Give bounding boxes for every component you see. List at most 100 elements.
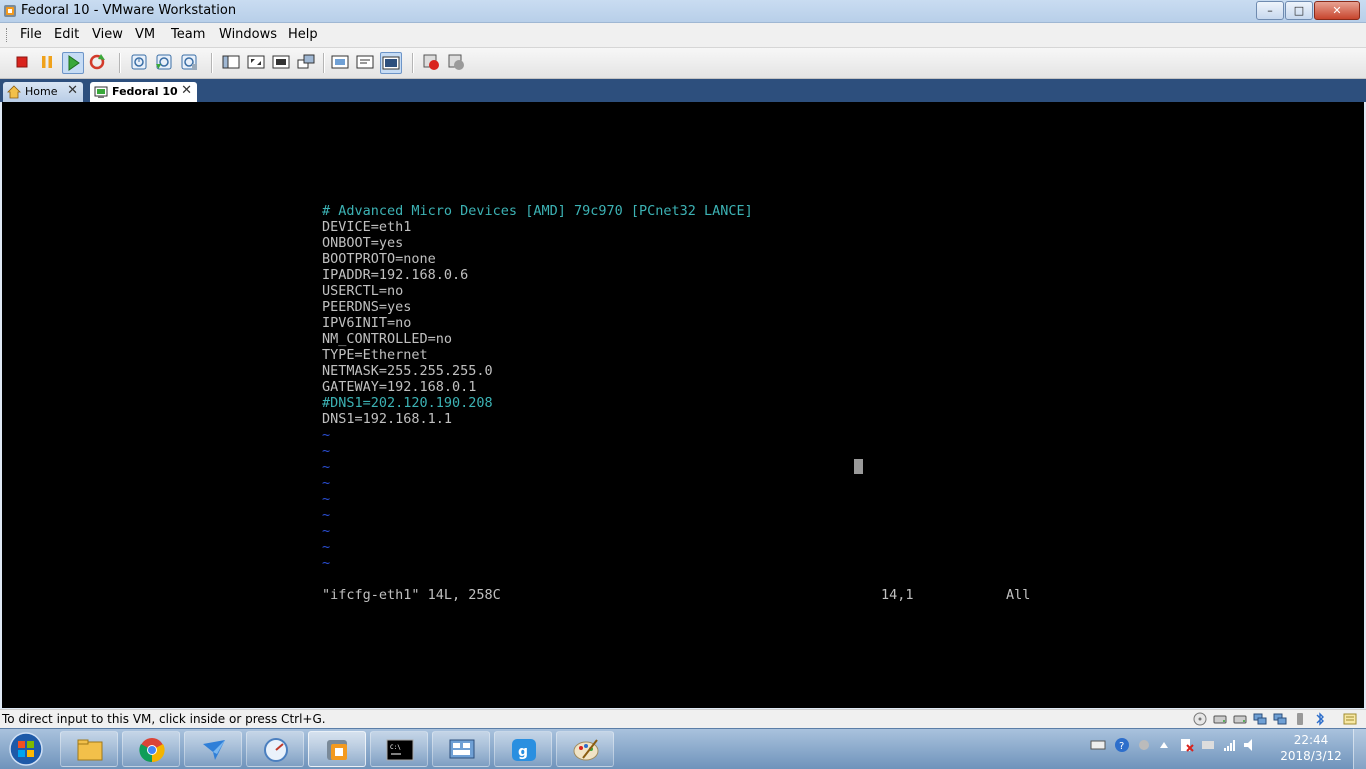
home-icon: [7, 85, 21, 99]
reset-icon[interactable]: [87, 52, 107, 72]
power-off-icon[interactable]: [12, 52, 32, 72]
show-desktop-button[interactable]: [1353, 729, 1366, 769]
tab-home[interactable]: Home ✕: [3, 82, 83, 102]
unity-icon[interactable]: [296, 52, 316, 72]
start-button-icon[interactable]: [6, 731, 46, 767]
minimize-button[interactable]: –: [1256, 1, 1284, 20]
keyboard-icon[interactable]: [1090, 737, 1106, 753]
device-icons: [1192, 711, 1358, 727]
revert-snapshot-icon[interactable]: [154, 52, 174, 72]
appliance-view-icon[interactable]: [355, 52, 375, 72]
menu-help[interactable]: Help: [288, 27, 318, 42]
pause-icon[interactable]: [37, 52, 57, 72]
vim-status-scroll: All: [1006, 587, 1031, 603]
clock-time: 22:44: [1293, 733, 1329, 747]
vim-empty-line-tilde: ~: [322, 443, 331, 459]
terminal-line: NETMASK=255.255.255.0: [322, 363, 493, 379]
cd-drive-icon[interactable]: [1192, 711, 1208, 727]
vim-empty-line-tilde: ~: [322, 555, 331, 571]
toolbar-separator: [119, 53, 121, 73]
window-title: Fedoral 10 - VMware Workstation: [21, 3, 237, 18]
clock[interactable]: 22:44 2018/3/12: [1276, 732, 1346, 764]
terminal-line: IPADDR=192.168.0.6: [322, 267, 469, 283]
hard-disk-2-icon[interactable]: [1232, 711, 1248, 727]
clock-app-icon: [264, 738, 288, 762]
volume-icon[interactable]: [1242, 737, 1258, 753]
vim-empty-line-tilde: ~: [322, 507, 331, 523]
tab-home-close-icon[interactable]: ✕: [67, 83, 78, 98]
help-icon[interactable]: ?: [1114, 737, 1130, 753]
window-controls: – □ ✕: [1255, 1, 1360, 20]
menu-grip: [6, 28, 10, 42]
terminal-line: DEVICE=eth1: [322, 219, 412, 235]
quick-switch-icon[interactable]: [271, 52, 291, 72]
taskbar-explorer[interactable]: [60, 731, 118, 767]
chrome-icon: [139, 738, 165, 763]
terminal-line: USERCTL=no: [322, 283, 404, 299]
menu-vm[interactable]: VM: [135, 27, 155, 42]
clock-date: 2018/3/12: [1280, 749, 1342, 763]
menu-team[interactable]: Team: [171, 27, 205, 42]
control-panel-icon: [449, 739, 475, 759]
menu-view[interactable]: View: [92, 27, 123, 42]
svg-text:?: ?: [1119, 741, 1124, 752]
tab-vm-label: Fedoral 10: [112, 85, 178, 98]
taskbar-vmware[interactable]: [308, 731, 366, 767]
cmd-icon: C:\: [386, 739, 414, 761]
mouse-cursor-block: [854, 459, 863, 474]
network-signal-icon[interactable]: [1222, 737, 1238, 753]
fullscreen-icon[interactable]: [246, 52, 266, 72]
show-hidden-icons-icon[interactable]: [1156, 737, 1172, 753]
taskbar-clock-app[interactable]: [246, 731, 304, 767]
menu-edit[interactable]: Edit: [54, 27, 79, 42]
terminal-line: DNS1=192.168.1.1: [322, 411, 453, 427]
status-bar: To direct input to this VM, click inside…: [0, 709, 1366, 729]
team-icon[interactable]: [421, 52, 441, 72]
hard-disk-icon[interactable]: [1212, 711, 1228, 727]
vim-empty-line-tilde: ~: [322, 539, 331, 555]
tab-home-label: Home: [25, 85, 58, 98]
title-bar: Fedoral 10 - VMware Workstation – □ ✕: [0, 0, 1366, 23]
terminal-text: # Advanced Micro Devices [AMD] 79c970 [P…: [322, 203, 753, 571]
terminal-line: BOOTPROTO=none: [322, 251, 436, 267]
taskbar-paint[interactable]: [556, 731, 614, 767]
taskbar-cmd[interactable]: C:\: [370, 731, 428, 767]
svg-text:g: g: [518, 744, 528, 760]
taskbar-chrome[interactable]: [122, 731, 180, 767]
toolbar-separator: [323, 53, 325, 73]
taskbar-control-panel[interactable]: [432, 731, 490, 767]
tray-tool-icon[interactable]: [1136, 737, 1152, 753]
close-button[interactable]: ✕: [1314, 1, 1360, 20]
sidebar-icon[interactable]: [221, 52, 241, 72]
svg-text:C:\: C:\: [390, 744, 401, 751]
tab-vm[interactable]: Fedoral 10 ✕: [90, 82, 197, 102]
vim-status-position: 14,1: [881, 587, 914, 603]
taskbar-feishu[interactable]: [184, 731, 242, 767]
maximize-button[interactable]: □: [1285, 1, 1313, 20]
snapshot-icon[interactable]: [129, 52, 149, 72]
toolbar-separator: [412, 53, 414, 73]
vm-console[interactable]: # Advanced Micro Devices [AMD] 79c970 [P…: [2, 102, 1364, 708]
tab-vm-close-icon[interactable]: ✕: [181, 83, 192, 98]
play-icon[interactable]: [62, 52, 84, 74]
usb-icon[interactable]: [1292, 711, 1308, 727]
tray-app-icon[interactable]: [1200, 737, 1216, 753]
action-center-icon[interactable]: [1178, 737, 1194, 753]
summary-view-icon[interactable]: [330, 52, 350, 72]
snapshot-manager-icon[interactable]: [179, 52, 199, 72]
network-adapter-2-icon[interactable]: [1272, 711, 1288, 727]
vim-empty-line-tilde: ~: [322, 491, 331, 507]
bluetooth-icon[interactable]: [1312, 711, 1328, 727]
status-message: To direct input to this VM, click inside…: [2, 712, 326, 726]
menu-file[interactable]: File: [20, 27, 42, 42]
menu-windows[interactable]: Windows: [219, 27, 277, 42]
taskbar-hand-app[interactable]: g: [494, 731, 552, 767]
taskbar: C:\ g ? 22:44 2018/3/12: [0, 728, 1366, 769]
terminal-line: GATEWAY=192.168.0.1: [322, 379, 477, 395]
vmware-app-icon: [4, 5, 16, 17]
vmware-icon: [327, 740, 347, 760]
console-view-icon[interactable]: [380, 52, 402, 74]
message-log-icon[interactable]: [1342, 711, 1358, 727]
preferences-icon[interactable]: [446, 52, 466, 72]
network-adapter-icon[interactable]: [1252, 711, 1268, 727]
